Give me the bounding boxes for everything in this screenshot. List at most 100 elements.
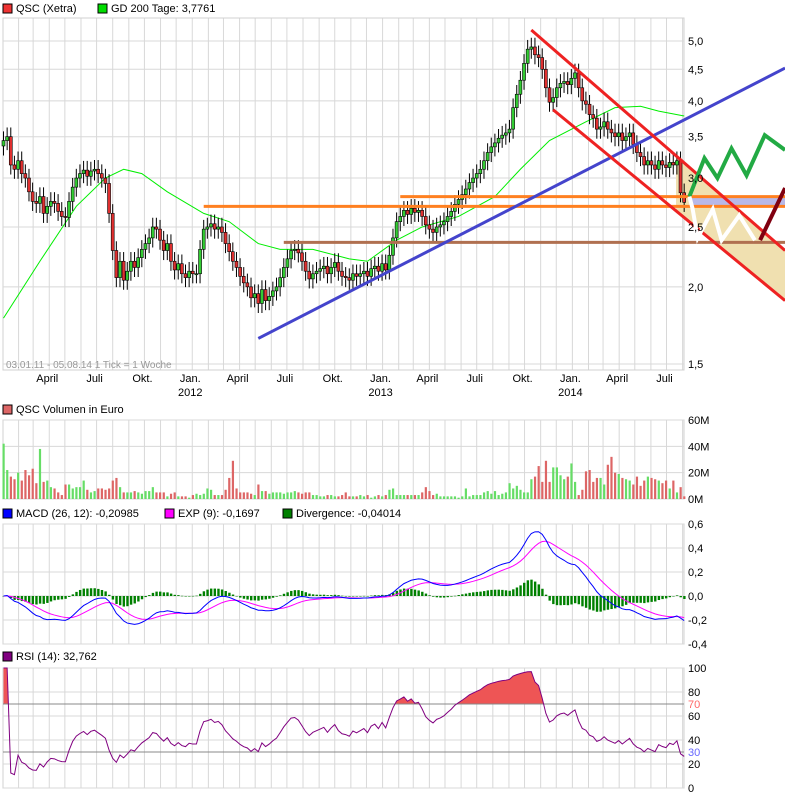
- divergence-bar: [472, 592, 475, 596]
- candle: [318, 268, 322, 272]
- candle: [220, 226, 224, 233]
- candle: [354, 273, 359, 277]
- legend-price-swatch: [2, 3, 13, 14]
- candle: [442, 221, 446, 226]
- volume-bar: [133, 491, 136, 499]
- candle: [147, 237, 151, 244]
- volume-bar: [424, 487, 427, 499]
- volume-bar: [679, 487, 682, 499]
- candle: [161, 239, 166, 251]
- candle: [598, 126, 603, 130]
- candle: [624, 136, 628, 141]
- divergence-bar: [439, 596, 442, 598]
- candle: [660, 160, 665, 166]
- candle: [671, 162, 676, 166]
- volume-bar: [588, 470, 591, 499]
- divergence-bar: [486, 590, 490, 596]
- volume-bar: [209, 489, 213, 499]
- candle: [372, 265, 377, 269]
- candle: [180, 263, 184, 275]
- candle: [231, 251, 235, 262]
- volume-bar: [672, 480, 675, 499]
- candle: [445, 216, 450, 222]
- macd-panel: -0,4 -0,2 0,0 0,2 0,4 0,6: [2, 519, 707, 651]
- volume-bar: [213, 495, 216, 499]
- divergence-bar: [366, 596, 369, 597]
- volume-bar: [639, 485, 642, 499]
- macd-tick-label: -0,2: [688, 615, 707, 627]
- volume-bar: [526, 492, 529, 499]
- divergence-bar: [290, 590, 293, 596]
- candle: [573, 72, 577, 79]
- candle: [311, 273, 315, 280]
- volume-bar: [75, 487, 78, 499]
- candle: [645, 160, 650, 166]
- candle: [285, 258, 290, 268]
- price-tick-label: 5,0: [688, 36, 703, 48]
- divergence-bar: [275, 596, 278, 597]
- candle: [49, 201, 53, 207]
- volume-bar: [461, 496, 464, 499]
- candle: [85, 169, 90, 177]
- volume-panel: 0M 20M 40M 60M: [2, 415, 709, 506]
- candle: [362, 270, 366, 275]
- candle: [533, 46, 537, 56]
- divergence-bar: [264, 596, 267, 600]
- candle: [322, 265, 326, 269]
- volume-tick-label: 60M: [688, 415, 709, 427]
- x-tick-label: Juli: [277, 373, 294, 385]
- volume-bar: [195, 493, 198, 499]
- candle: [314, 270, 319, 275]
- volume-bar: [384, 495, 387, 499]
- volume-bar: [199, 495, 202, 499]
- candle: [78, 173, 82, 179]
- divergence-bar: [180, 595, 184, 597]
- candle: [16, 160, 20, 170]
- divergence-bar: [475, 591, 479, 596]
- candle: [234, 260, 239, 268]
- volume-bar: [610, 456, 613, 499]
- divergence-bar: [668, 596, 672, 598]
- volume-bar: [388, 489, 391, 499]
- volume-bar: [628, 480, 631, 499]
- rsi-tick-label: 20: [688, 759, 700, 771]
- volume-bar: [512, 488, 515, 499]
- divergence-bar: [566, 596, 570, 606]
- divergence-bar: [137, 596, 140, 602]
- volume-bar: [472, 495, 475, 499]
- candle: [605, 121, 610, 130]
- divergence-bar: [573, 596, 577, 604]
- candle: [351, 273, 355, 281]
- macd-tick-label: 0,2: [688, 567, 703, 579]
- candle: [176, 263, 181, 271]
- divergence-bar: [461, 594, 464, 596]
- volume-bar: [9, 476, 12, 499]
- volume-bar: [20, 480, 23, 499]
- volume-bar: [202, 493, 205, 499]
- divergence-bar: [177, 595, 180, 596]
- divergence-bar: [46, 596, 49, 603]
- divergence-bar: [206, 589, 209, 596]
- candle: [580, 87, 585, 102]
- volume-bar: [523, 492, 526, 499]
- candle: [409, 208, 413, 215]
- candle: [99, 173, 104, 179]
- candle: [391, 237, 395, 256]
- candle: [569, 78, 574, 85]
- candle: [474, 173, 479, 179]
- divergence-bar: [250, 596, 253, 601]
- volume-bar: [188, 497, 191, 499]
- divergence-bar: [588, 596, 591, 610]
- divergence-bar: [646, 596, 650, 603]
- candle: [525, 48, 530, 64]
- volume-bar: [173, 492, 176, 499]
- divergence-bar: [355, 596, 358, 597]
- volume-bar: [191, 495, 194, 499]
- candle: [544, 68, 548, 89]
- volume-bar: [563, 479, 566, 499]
- divergence-bar: [300, 590, 304, 596]
- divergence-bar: [424, 593, 428, 596]
- volume-bar: [442, 496, 446, 499]
- volume-bar: [643, 480, 646, 499]
- volume-bar: [253, 495, 256, 499]
